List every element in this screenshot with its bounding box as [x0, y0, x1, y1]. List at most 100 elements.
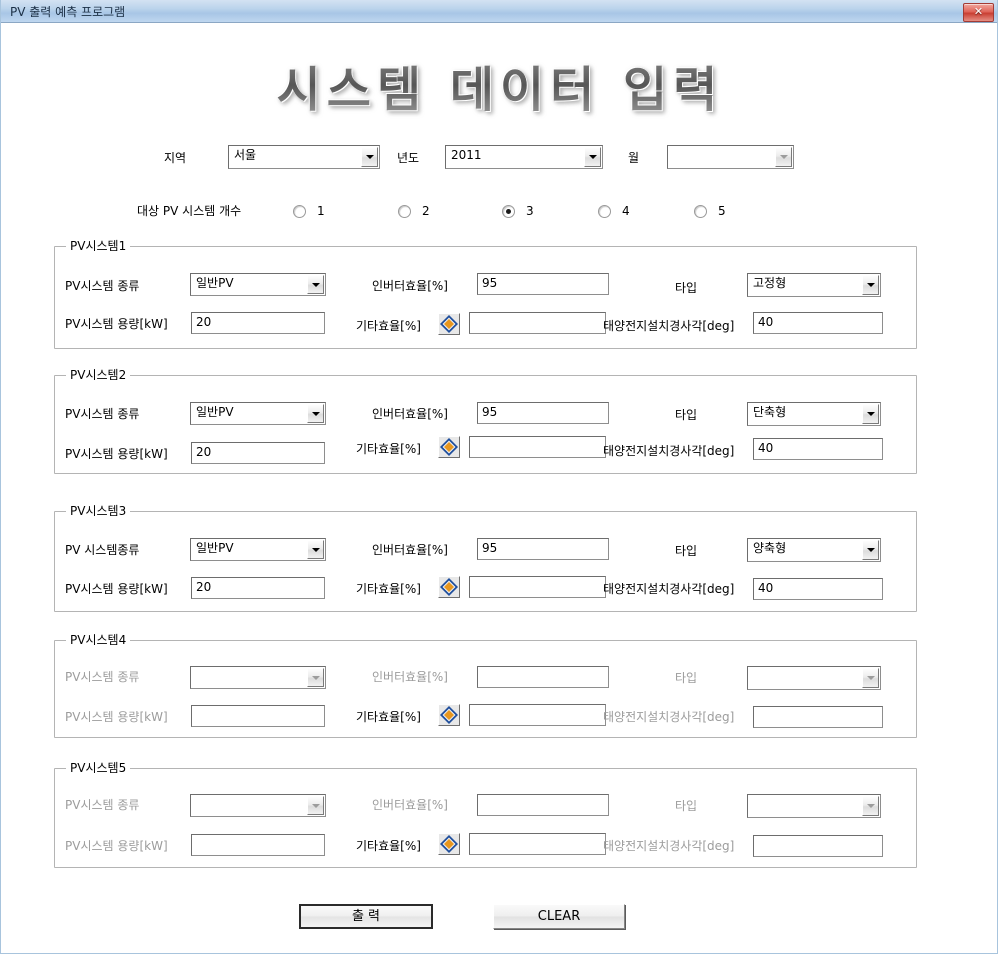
tilt-input-1[interactable]: 40	[753, 312, 883, 334]
region-select[interactable]: 서울	[228, 145, 380, 169]
type-select-1[interactable]: 고정형	[747, 273, 881, 297]
type-label-4: 타입	[675, 671, 698, 685]
other-eff-label-3: 기타효율[%]	[356, 582, 421, 596]
diamond-icon-button-4[interactable]	[438, 704, 460, 726]
application-window: PV 출력 예측 프로그램 ✕ 시스템 데이터 입력 지역 서울 년도 2011…	[0, 0, 998, 954]
kind-value-2: 일반PV	[196, 405, 234, 419]
tilt-input-5[interactable]	[753, 835, 883, 857]
group-title-2: PV시스템2	[66, 368, 131, 382]
chevron-down-icon[interactable]	[307, 796, 324, 815]
other-eff-input-2[interactable]	[469, 436, 606, 458]
inverter-input-3[interactable]: 95	[477, 538, 609, 560]
capacity-label-4: PV시스템 용량[kW]	[65, 710, 168, 724]
other-eff-input-5[interactable]	[469, 833, 606, 855]
diamond-icon	[440, 438, 458, 456]
capacity-input-4[interactable]	[191, 705, 325, 727]
capacity-input-2[interactable]: 20	[191, 442, 325, 464]
radio-count-2-label: 2	[422, 204, 430, 218]
group-pv-system-2: PV시스템2 PV시스템 종류 일반PV 인버터효율[%] 95 타입 단축형 …	[54, 368, 917, 474]
diamond-icon	[440, 706, 458, 724]
type-select-5[interactable]	[747, 794, 881, 818]
kind-label-3: PV 시스템종류	[65, 543, 140, 557]
capacity-input-5[interactable]	[191, 834, 325, 856]
radio-count-3[interactable]	[502, 205, 515, 218]
radio-count-5-label: 5	[718, 204, 726, 218]
kind-label-4: PV시스템 종류	[65, 670, 140, 684]
kind-select-3[interactable]: 일반PV	[190, 538, 326, 561]
other-eff-label-4: 기타효율[%]	[356, 710, 421, 724]
radio-count-4[interactable]	[598, 205, 611, 218]
type-label-3: 타입	[675, 544, 698, 558]
diamond-icon-button-5[interactable]	[438, 833, 460, 855]
diamond-icon-button-3[interactable]	[438, 576, 460, 598]
radio-count-5[interactable]	[694, 205, 707, 218]
chevron-down-icon[interactable]	[862, 668, 879, 688]
year-select[interactable]: 2011	[445, 145, 603, 169]
tilt-label-4: 태양전지설치경사각[deg]	[603, 710, 735, 724]
inverter-input-4[interactable]	[477, 666, 609, 688]
region-value: 서울	[234, 148, 257, 162]
kind-value-1: 일반PV	[196, 276, 234, 290]
diamond-icon-button-2[interactable]	[438, 436, 460, 458]
chevron-down-icon[interactable]	[862, 275, 879, 295]
kind-label-2: PV시스템 종류	[65, 407, 140, 421]
type-label-2: 타입	[675, 408, 698, 422]
close-icon: ✕	[973, 5, 984, 18]
tilt-input-4[interactable]	[753, 706, 883, 728]
inverter-label-1: 인버터효율[%]	[372, 279, 448, 293]
kind-label-5: PV시스템 종류	[65, 798, 140, 812]
other-eff-label-2: 기타효율[%]	[356, 442, 421, 456]
diamond-icon-button-1[interactable]	[438, 313, 460, 335]
radio-count-1[interactable]	[293, 205, 306, 218]
chevron-down-icon[interactable]	[307, 275, 324, 294]
chevron-down-icon[interactable]	[862, 404, 879, 424]
kind-select-2[interactable]: 일반PV	[190, 402, 326, 425]
inverter-input-5[interactable]	[477, 794, 609, 816]
inverter-input-1[interactable]: 95	[477, 273, 609, 295]
chevron-down-icon[interactable]	[361, 147, 378, 167]
year-label: 년도	[397, 151, 420, 165]
chevron-down-icon[interactable]	[775, 147, 792, 167]
type-select-3[interactable]: 양축형	[747, 538, 881, 562]
kind-select-5[interactable]	[190, 794, 326, 817]
type-select-4[interactable]	[747, 666, 881, 690]
other-eff-input-3[interactable]	[469, 576, 606, 598]
tilt-input-3[interactable]: 40	[753, 578, 883, 600]
tilt-label-2: 태양전지설치경사각[deg]	[603, 444, 735, 458]
inverter-input-2[interactable]: 95	[477, 402, 609, 424]
inverter-label-4: 인버터효율[%]	[372, 670, 448, 684]
chevron-down-icon[interactable]	[862, 540, 879, 560]
chevron-down-icon[interactable]	[307, 668, 324, 687]
capacity-input-1[interactable]: 20	[191, 312, 325, 334]
kind-select-4[interactable]	[190, 666, 326, 689]
kind-label-1: PV시스템 종류	[65, 279, 140, 293]
chevron-down-icon[interactable]	[307, 404, 324, 423]
type-select-2[interactable]: 단축형	[747, 402, 881, 426]
clear-button[interactable]: CLEAR	[493, 904, 625, 929]
type-label-5: 타입	[675, 799, 698, 813]
month-label: 월	[628, 151, 640, 165]
type-value-3: 양축형	[753, 541, 787, 555]
diamond-icon	[440, 578, 458, 596]
kind-select-1[interactable]: 일반PV	[190, 273, 326, 296]
year-value: 2011	[451, 148, 482, 162]
close-button[interactable]: ✕	[963, 3, 994, 22]
capacity-input-3[interactable]: 20	[191, 577, 325, 599]
diamond-icon	[440, 835, 458, 853]
kind-value-3: 일반PV	[196, 541, 234, 555]
print-button[interactable]: 출 력	[299, 904, 433, 929]
chevron-down-icon[interactable]	[862, 796, 879, 816]
other-eff-label-5: 기타효율[%]	[356, 839, 421, 853]
group-pv-system-5: PV시스템5 PV시스템 종류 인버터효율[%] 타입 PV시스템 용량[kW]…	[54, 761, 917, 868]
chevron-down-icon[interactable]	[307, 540, 324, 559]
other-eff-input-1[interactable]	[469, 312, 606, 334]
radio-count-1-label: 1	[317, 204, 325, 218]
month-select[interactable]	[667, 145, 794, 169]
tilt-input-2[interactable]: 40	[753, 438, 883, 460]
chevron-down-icon[interactable]	[584, 147, 601, 167]
radio-count-2[interactable]	[398, 205, 411, 218]
group-title-5: PV시스템5	[66, 761, 131, 775]
other-eff-input-4[interactable]	[469, 704, 606, 726]
group-pv-system-4: PV시스템4 PV시스템 종류 인버터효율[%] 타입 PV시스템 용량[kW]…	[54, 633, 917, 738]
title-bar: PV 출력 예측 프로그램 ✕	[1, 0, 997, 23]
